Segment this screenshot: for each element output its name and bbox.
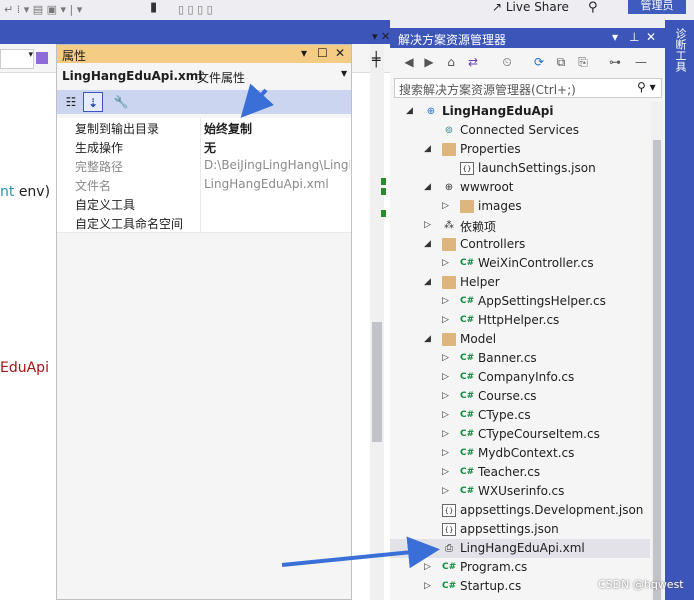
annotation-arrow-xml-file (281, 536, 440, 569)
annotation-arrows (240, 83, 440, 569)
annotation-arrow-properties (240, 83, 274, 118)
watermark: CSDN @hqwest (598, 578, 684, 591)
